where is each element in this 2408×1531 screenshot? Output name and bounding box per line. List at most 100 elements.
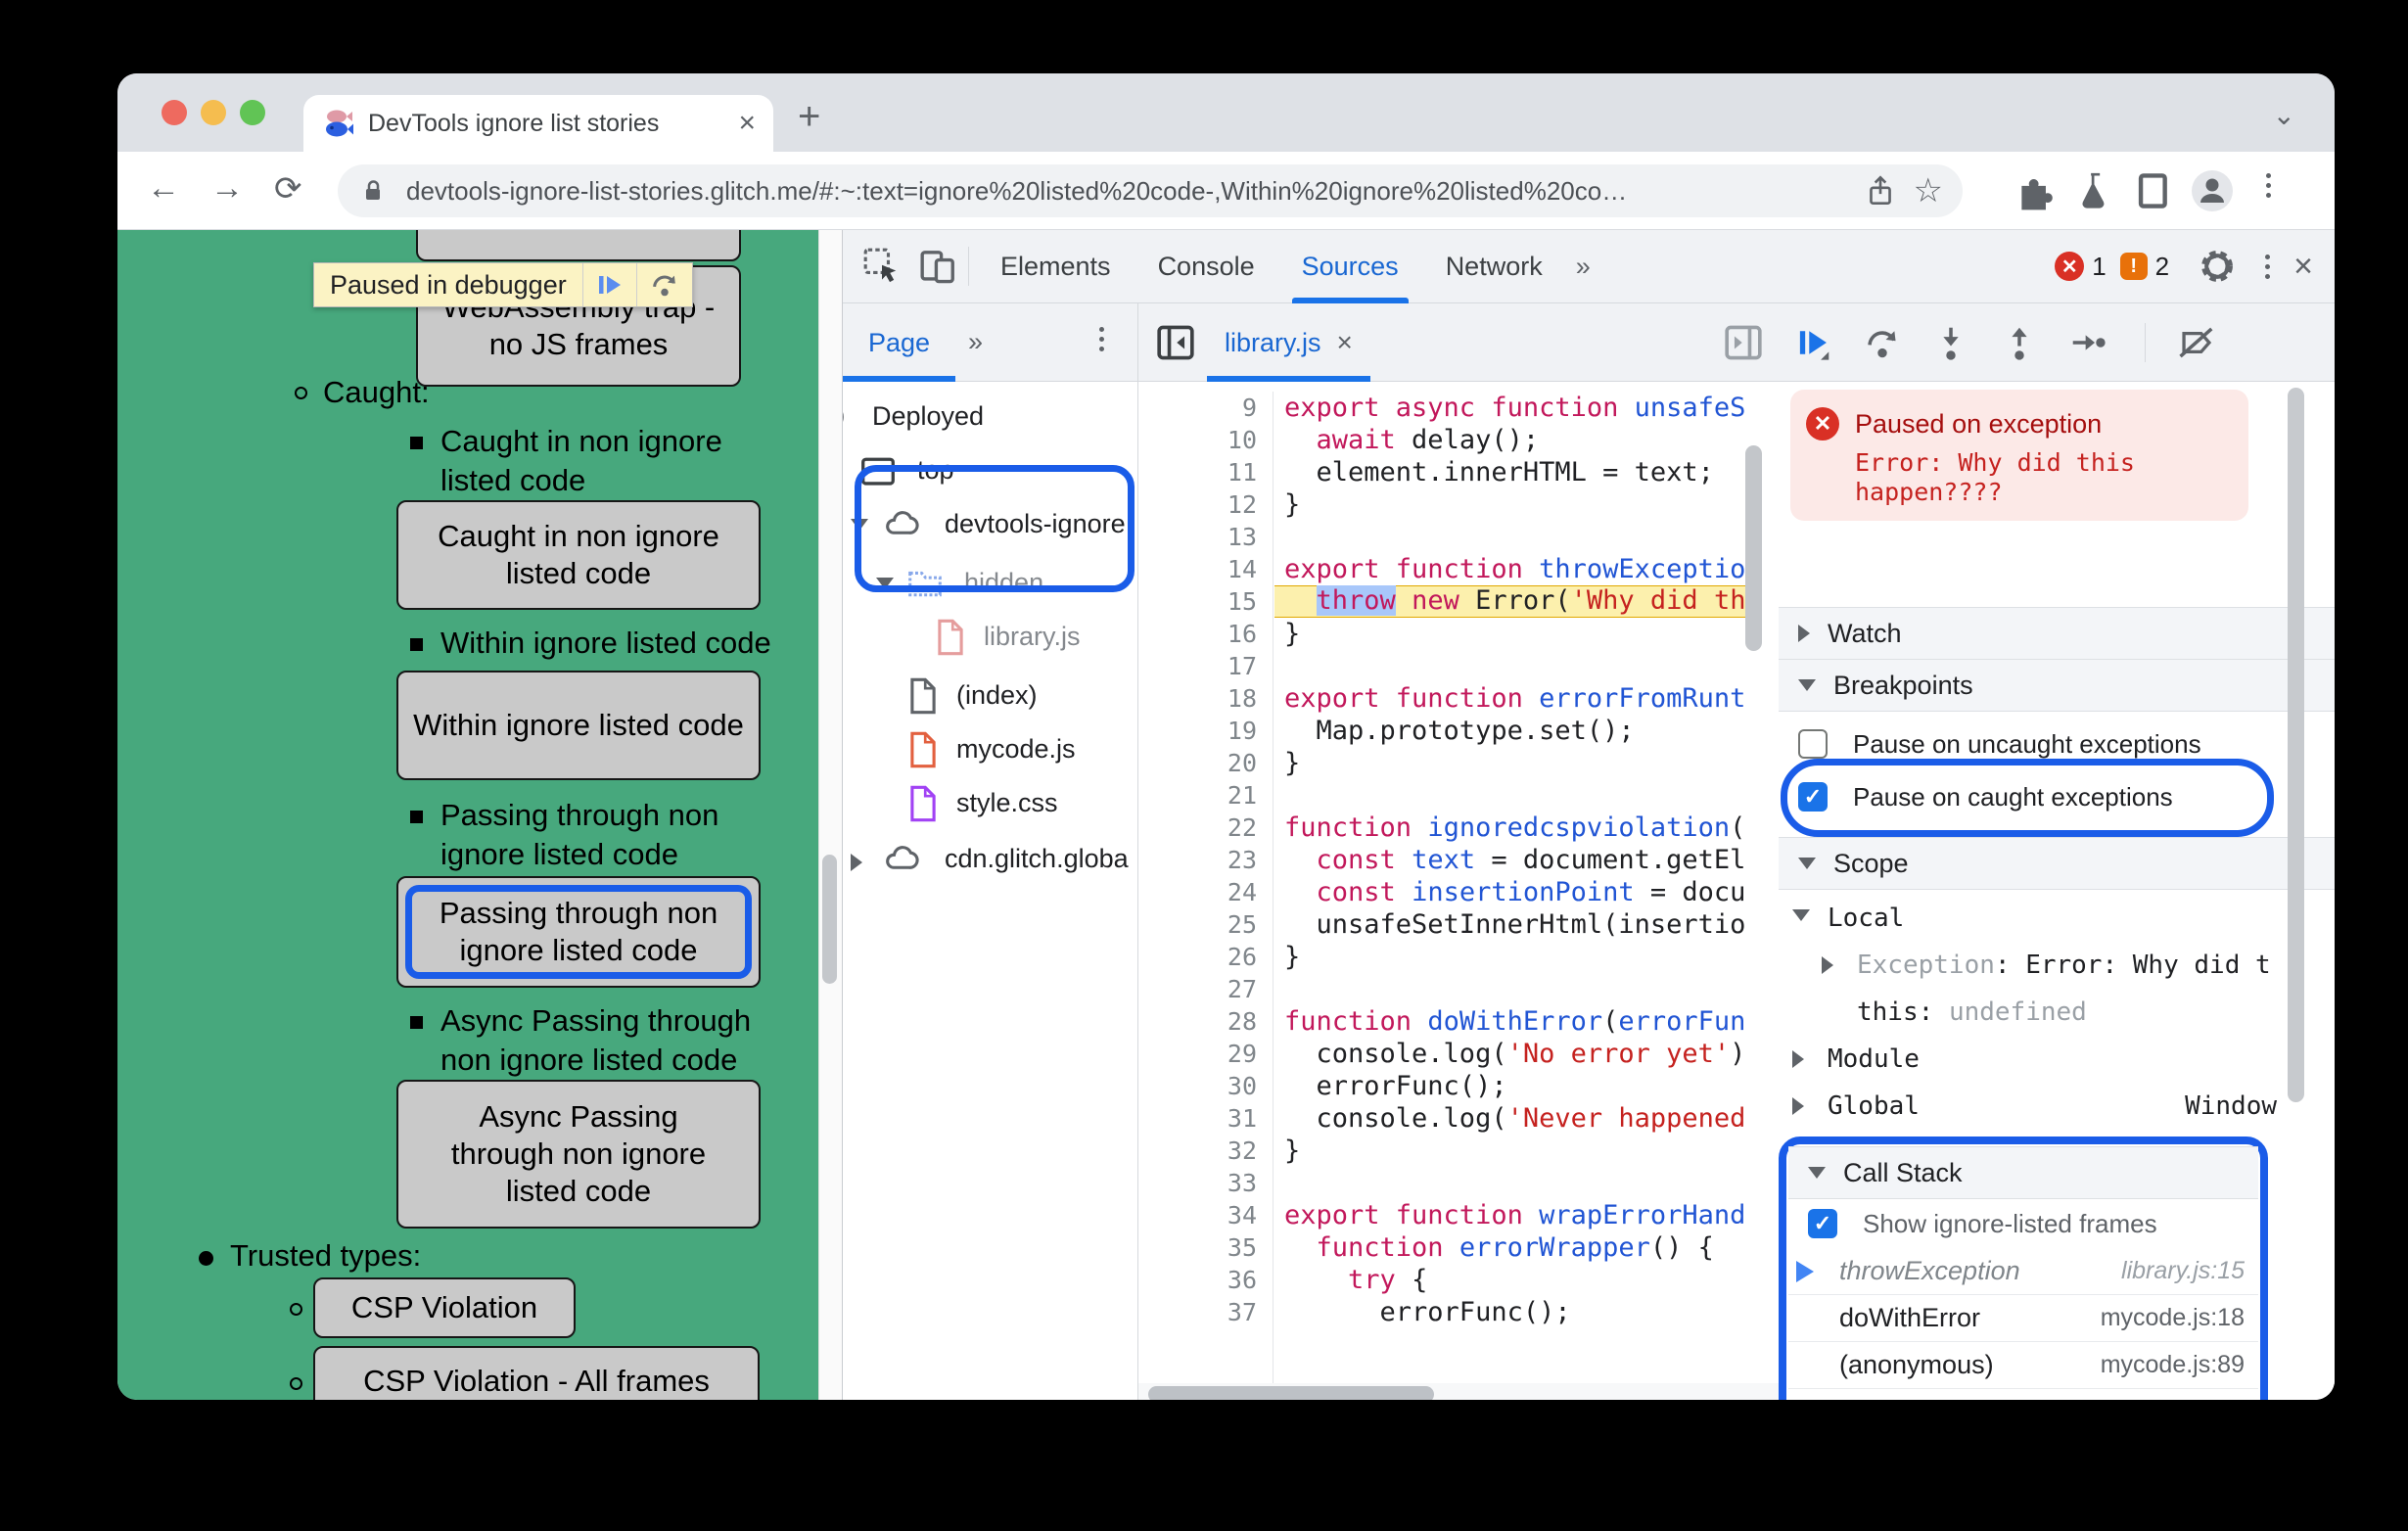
call-stack-frame[interactable]: throwException library.js:15 <box>1788 1248 2258 1295</box>
scope-caret-icon[interactable] <box>1792 1050 1804 1068</box>
page-button[interactable]: CSP Violation <box>313 1277 576 1338</box>
debugger-resume-button[interactable] <box>581 263 636 306</box>
experiments-flask-icon[interactable] <box>2073 169 2116 212</box>
avatar[interactable] <box>2191 169 2234 212</box>
tree-item-hidden[interactable]: hidden <box>843 558 1137 609</box>
step-out-icon[interactable] <box>2000 323 2039 362</box>
share-icon[interactable] <box>1863 173 1898 209</box>
call-stack-frame[interactable]: errorWrapper library.js:37 <box>1788 1389 2258 1400</box>
error-count[interactable]: 1 <box>2092 252 2106 282</box>
debugger-step-over-button[interactable] <box>635 263 692 306</box>
editor-hscroll-thumb[interactable] <box>1148 1386 1434 1400</box>
devtools-menu-kebab-icon[interactable] <box>2265 254 2271 279</box>
device-toolbar-icon[interactable] <box>917 245 960 288</box>
breakpoint-toggle[interactable]: ✓ Pause on caught exceptions <box>1779 770 2335 823</box>
tab-sources[interactable]: Sources <box>1278 230 1422 303</box>
call-stack-frame[interactable]: doWithError mycode.js:18 <box>1788 1295 2258 1342</box>
close-window-button[interactable] <box>162 100 187 125</box>
close-devtools-icon[interactable]: × <box>2293 248 2313 286</box>
back-button[interactable]: ← <box>147 169 180 208</box>
page-button[interactable]: Passing through non ignore listed code <box>396 876 761 988</box>
close-editor-tab-icon[interactable]: × <box>1337 327 1353 358</box>
tree-item-style-css[interactable]: style.css <box>843 778 1137 829</box>
sidebar-menu-kebab-icon[interactable] <box>1099 327 1104 351</box>
tree-item-top[interactable]: top <box>843 445 1137 496</box>
scope-row[interactable]: this: undefined <box>1779 990 2335 1037</box>
scope-row[interactable]: Module <box>1779 1037 2335 1084</box>
page-button[interactable]: CSP Violation - All frames <box>313 1346 760 1400</box>
tree-item-cdn-glitch-globa[interactable]: cdn.glitch.globa <box>843 834 1137 885</box>
tab-console[interactable]: Console <box>1135 230 1278 303</box>
resume-script-icon[interactable] <box>1794 323 1833 362</box>
tree-item--index-[interactable]: (index) <box>843 671 1137 721</box>
tree-item-mycode-js[interactable]: mycode.js <box>843 724 1137 775</box>
forward-button[interactable]: → <box>210 169 244 208</box>
breakpoints-section-header[interactable]: Breakpoints <box>1779 659 2335 712</box>
checkbox-checked-icon[interactable]: ✓ <box>1798 782 1828 812</box>
call-stack-section-header[interactable]: Call Stack <box>1788 1146 2258 1199</box>
scope-row[interactable]: Local <box>1779 896 2335 943</box>
tree-caret-icon[interactable] <box>851 519 868 531</box>
page-scrollbar-thumb[interactable] <box>822 855 837 984</box>
browser-menu-kebab-icon[interactable] <box>2266 173 2309 216</box>
sidebar-more-tabs-chevron[interactable]: » <box>968 327 983 357</box>
inspect-element-icon[interactable] <box>860 245 903 288</box>
devtools-panel: Elements Console Sources Network » ✕ 1 ! 2 … <box>842 230 2335 1400</box>
close-tab-icon[interactable]: × <box>738 107 756 140</box>
debugger-scrollbar-thumb[interactable] <box>2288 388 2304 1102</box>
more-tabs-chevron[interactable]: » <box>1566 230 1597 303</box>
code-area[interactable]: export async function unsafeS await dela… <box>1274 392 1761 1383</box>
show-debugger-pane-icon[interactable] <box>1722 321 1765 364</box>
side-panel-icon[interactable] <box>2132 169 2175 212</box>
settings-gear-icon[interactable] <box>2195 244 2240 289</box>
debugger-scrollbar[interactable] <box>2288 388 2304 1400</box>
page-scrollbar[interactable] <box>818 230 842 1400</box>
scope-section-header[interactable]: Scope <box>1779 837 2335 890</box>
toolbar-divider <box>968 247 969 286</box>
editor-vscroll-thumb[interactable] <box>1745 445 1762 651</box>
page-button[interactable]: Caught in non ignore listed code <box>396 500 761 610</box>
tree-item-library-js[interactable]: library.js <box>843 612 1137 663</box>
address-bar[interactable]: devtools-ignore-list-stories.glitch.me/#… <box>338 164 1963 217</box>
browser-tab[interactable]: DevTools ignore list stories × <box>303 95 773 152</box>
error-badge-icon[interactable]: ✕ <box>2055 252 2085 281</box>
breakpoint-toggle[interactable]: Pause on uncaught exceptions <box>1779 718 2335 770</box>
tab-elements[interactable]: Elements <box>977 230 1135 303</box>
page-button[interactable]: Within ignore listed code <box>396 671 761 780</box>
page-button[interactable]: Async Passing through non ignore listed … <box>396 1080 761 1229</box>
step-into-icon[interactable] <box>1931 323 1970 362</box>
page-button[interactable] <box>416 230 741 261</box>
warning-count[interactable]: 2 <box>2155 252 2169 282</box>
minimize-window-button[interactable] <box>201 100 226 125</box>
deactivate-breakpoints-icon[interactable] <box>2177 323 2216 362</box>
call-stack-frame[interactable]: (anonymous) mycode.js:89 <box>1788 1342 2258 1389</box>
editor-tab-libraryjs[interactable]: library.js × <box>1207 303 1370 382</box>
new-tab-button[interactable]: + <box>798 95 820 139</box>
bookmark-star-icon[interactable]: ☆ <box>1914 171 1943 210</box>
scope-caret-icon[interactable] <box>1822 956 1833 974</box>
warning-badge-icon[interactable]: ! <box>2119 253 2148 280</box>
scope-caret-icon[interactable] <box>1792 1097 1804 1115</box>
tree-item-deployed[interactable]: Deployed <box>843 392 1137 442</box>
tab-network[interactable]: Network <box>1422 230 1566 303</box>
show-ignore-listed-frames-toggle[interactable]: ✓ Show ignore-listed frames <box>1788 1199 2258 1248</box>
tab-page[interactable]: Page <box>843 303 956 382</box>
extensions-puzzle-icon[interactable] <box>2012 169 2055 212</box>
checkbox-checked-icon[interactable]: ✓ <box>1808 1209 1837 1238</box>
tab-search-chevron-icon[interactable]: ⌄ <box>2273 99 2295 131</box>
step-icon[interactable] <box>2068 323 2107 362</box>
hide-navigator-icon[interactable] <box>1154 321 1197 364</box>
scope-row[interactable]: Global Window <box>1779 1084 2335 1131</box>
reload-button[interactable]: ⟳ <box>274 169 302 209</box>
checkbox-unchecked-icon[interactable] <box>1798 729 1828 759</box>
editor-horizontal-scrollbar[interactable] <box>1138 1383 1779 1400</box>
watch-section-header[interactable]: Watch <box>1779 607 2335 660</box>
scope-row[interactable]: Exception: Error: Why did t <box>1779 943 2335 990</box>
editor-vertical-scrollbar[interactable] <box>1745 445 1762 954</box>
scope-caret-icon[interactable] <box>1792 909 1810 921</box>
tree-caret-icon[interactable] <box>876 578 894 589</box>
tree-caret-icon[interactable] <box>851 854 862 871</box>
tree-item-devtools-ignore[interactable]: devtools-ignore <box>843 499 1137 550</box>
step-over-icon[interactable] <box>1863 323 1902 362</box>
maximize-window-button[interactable] <box>240 100 265 125</box>
